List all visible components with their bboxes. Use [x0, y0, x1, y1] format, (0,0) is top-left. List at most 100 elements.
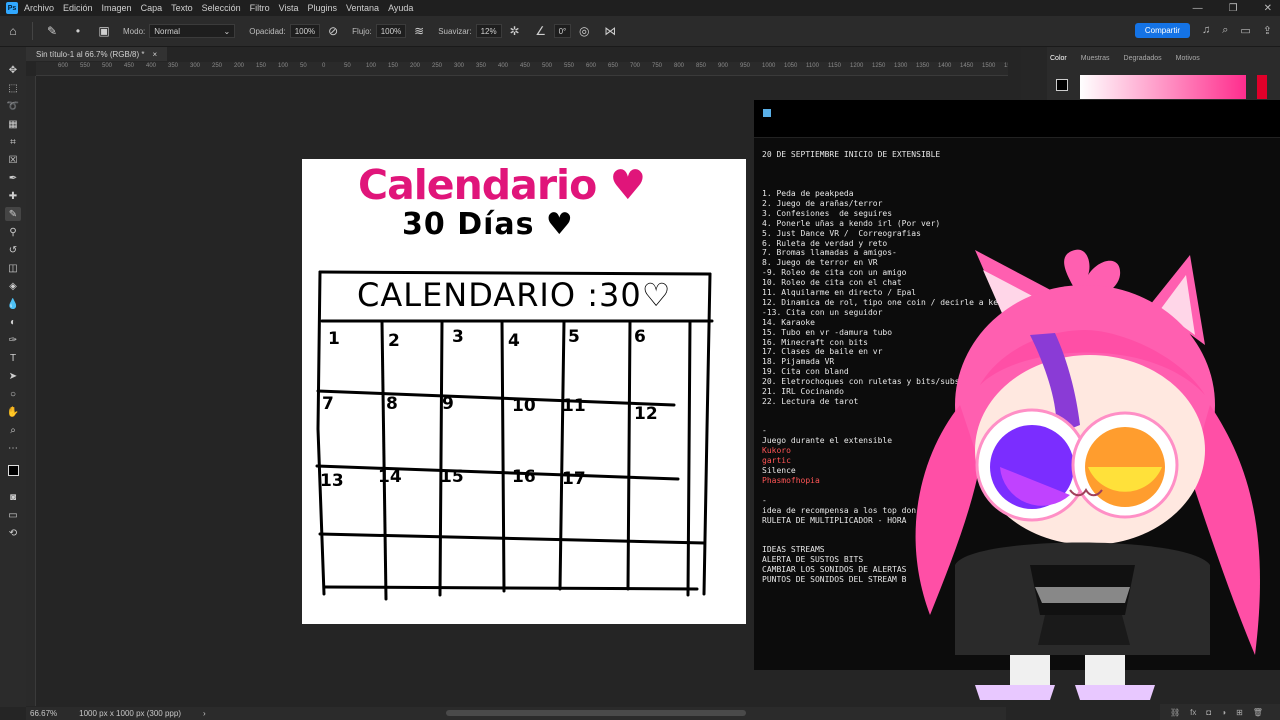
brush-icon[interactable]: ✎	[45, 24, 59, 38]
workspace-icon[interactable]: ▭	[1240, 24, 1250, 37]
adjustment-icon[interactable]: ◑	[1221, 708, 1226, 717]
frame-tool-icon[interactable]: ☒	[5, 153, 21, 167]
tools-panel: ✥ ⬚ ➰ ▦ ⌗ ☒ ✒ ✚ ✎ ⚲ ↺ ◫ ◈ 💧 ◐ ✑ T ➤ ○ ✋ …	[0, 47, 26, 707]
hue-slider[interactable]	[1257, 75, 1267, 99]
list-item: 2. Juego de arañas/terror	[762, 198, 883, 208]
stamp-tool-icon[interactable]: ⚲	[5, 225, 21, 239]
ruler-tick: 200	[234, 63, 245, 69]
type-tool-icon[interactable]: T	[5, 351, 21, 365]
bell-icon[interactable]: ♫	[1202, 24, 1210, 37]
menu-texto[interactable]: Texto	[171, 3, 193, 13]
ruler-tick: 1000	[762, 63, 776, 69]
blur-tool-icon[interactable]: 💧	[5, 297, 21, 311]
fx-icon[interactable]: fx	[1190, 708, 1196, 717]
menu-ayuda[interactable]: Ayuda	[388, 3, 413, 13]
document-canvas[interactable]: Calendario ♥ 30 Días ♥ CALENDARIO :30♡ 1…	[302, 159, 746, 624]
pen-tool-icon[interactable]: ✑	[5, 333, 21, 347]
path-select-tool-icon[interactable]: ➤	[5, 369, 21, 383]
tab-muestras[interactable]: Muestras	[1081, 55, 1110, 62]
smooth-field[interactable]: 12%	[475, 24, 502, 38]
shape-tool-icon[interactable]: ○	[5, 387, 21, 401]
trash-icon[interactable]: 🗑	[1253, 708, 1263, 717]
smoothing-gear-icon[interactable]: ✲	[508, 24, 522, 38]
airbrush-icon[interactable]: ≋	[412, 24, 426, 38]
foreground-color-swatch[interactable]	[7, 465, 25, 482]
minimize-icon[interactable]: —	[1193, 3, 1203, 14]
history-brush-tool-icon[interactable]: ↺	[5, 243, 21, 257]
more-tools-icon[interactable]: ⋯	[5, 441, 21, 455]
menu-capa[interactable]: Capa	[141, 3, 163, 13]
menu-ventana[interactable]: Ventana	[346, 3, 379, 13]
healing-tool-icon[interactable]: ✚	[5, 189, 21, 203]
close-tab-icon[interactable]: ×	[153, 50, 158, 59]
ruler-tick: 250	[212, 63, 223, 69]
brush-tool-icon[interactable]: ✎	[5, 207, 21, 221]
brush-settings-icon[interactable]: ▣	[97, 24, 111, 38]
options-right-icons: ♫ ⌕ ▭ ⇪	[1202, 24, 1272, 37]
tab-motivos[interactable]: Motivos	[1176, 55, 1200, 62]
menu-seleccion[interactable]: Selección	[202, 3, 241, 13]
layers-panel-footer: ⛓ fx ◘ ◑ ⊞ 🗑	[1160, 704, 1280, 720]
search-icon[interactable]: ⌕	[1222, 24, 1228, 37]
mode-select[interactable]: Normal ⌄	[149, 24, 236, 38]
ruler-tick: 1100	[806, 63, 819, 69]
game-item: gartic	[762, 456, 791, 465]
restore-icon[interactable]: ❐	[1229, 3, 1238, 14]
tab-color[interactable]: Color	[1050, 55, 1067, 62]
dodge-tool-icon[interactable]: ◐	[5, 315, 21, 329]
horizontal-scrollbar[interactable]	[446, 710, 746, 716]
ruler-tick: 500	[542, 63, 553, 69]
pressure-size-icon[interactable]: ◎	[577, 24, 591, 38]
eraser-tool-icon[interactable]: ◫	[5, 261, 21, 275]
link-icon[interactable]: ⛓	[1170, 708, 1180, 717]
symmetry-icon[interactable]: ⋈	[603, 24, 617, 38]
status-arrow-icon[interactable]: ›	[203, 709, 206, 718]
menu-plugins[interactable]: Plugins	[308, 3, 338, 13]
menu-vista[interactable]: Vista	[279, 3, 299, 13]
move-tool-icon[interactable]: ✥	[5, 63, 21, 77]
brush-size-icon[interactable]: •	[71, 24, 85, 38]
document-tab[interactable]: Sin título-1 al 66.7% (RGB/8) * ×	[26, 47, 168, 61]
tab-degradados[interactable]: Degradados	[1124, 55, 1162, 62]
current-color-swatch[interactable]	[1056, 79, 1068, 91]
menu-edicion[interactable]: Edición	[63, 3, 93, 13]
share-button[interactable]: Compartir	[1134, 23, 1190, 38]
color-panel-tabs: Color Muestras Degradados Motivos	[1050, 55, 1200, 62]
object-select-tool-icon[interactable]: ▦	[5, 117, 21, 131]
extra-icon[interactable]: ⟲	[5, 526, 21, 540]
zoom-tool-icon[interactable]: ⌕	[5, 423, 21, 437]
zoom-level[interactable]: 66.67%	[30, 709, 57, 718]
ruler-tick: 300	[190, 63, 201, 69]
mask-icon[interactable]: ◘	[1206, 708, 1211, 717]
pressure-opacity-icon[interactable]: ⊘	[326, 24, 340, 38]
opacity-field[interactable]: 100%	[289, 24, 321, 38]
home-icon[interactable]: ⌂	[6, 24, 20, 38]
menu-archivo[interactable]: Archivo	[24, 3, 54, 13]
ruler-tick: 200	[410, 63, 421, 69]
hand-tool-icon[interactable]: ✋	[5, 405, 21, 419]
opacity-label: Opacidad:	[249, 26, 286, 36]
share-arrow-icon[interactable]: ⇪	[1263, 24, 1272, 37]
day-number: 6	[634, 327, 646, 347]
lasso-tool-icon[interactable]: ➰	[5, 99, 21, 113]
angle-icon[interactable]: ∠	[534, 24, 548, 38]
list-item: 3. Confesiones de seguires	[762, 208, 893, 218]
menu-filtro[interactable]: Filtro	[250, 3, 270, 13]
quick-mask-icon[interactable]: ◙	[5, 490, 21, 504]
new-layer-icon[interactable]: ⊞	[1236, 708, 1243, 717]
crop-tool-icon[interactable]: ⌗	[5, 135, 21, 149]
angle-field[interactable]: 0°	[553, 24, 572, 38]
eyedropper-tool-icon[interactable]: ✒	[5, 171, 21, 185]
flow-field[interactable]: 100%	[375, 24, 407, 38]
marquee-tool-icon[interactable]: ⬚	[5, 81, 21, 95]
screen-mode-icon[interactable]: ▭	[5, 508, 21, 522]
ruler-tick: 1150	[828, 63, 841, 69]
paint-bucket-tool-icon[interactable]: ◈	[5, 279, 21, 293]
menu-imagen[interactable]: Imagen	[102, 3, 132, 13]
color-picker-field[interactable]	[1080, 75, 1246, 99]
background-color-swatch[interactable]	[13, 471, 25, 482]
ruler-tick: 150	[388, 63, 399, 69]
ruler-tick: 1500	[982, 63, 996, 69]
close-icon[interactable]: ✕	[1264, 3, 1272, 14]
options-bar: ⌂ ✎ • ▣ Modo: Normal ⌄ Opacidad: 100% ⊘ …	[0, 16, 1280, 47]
